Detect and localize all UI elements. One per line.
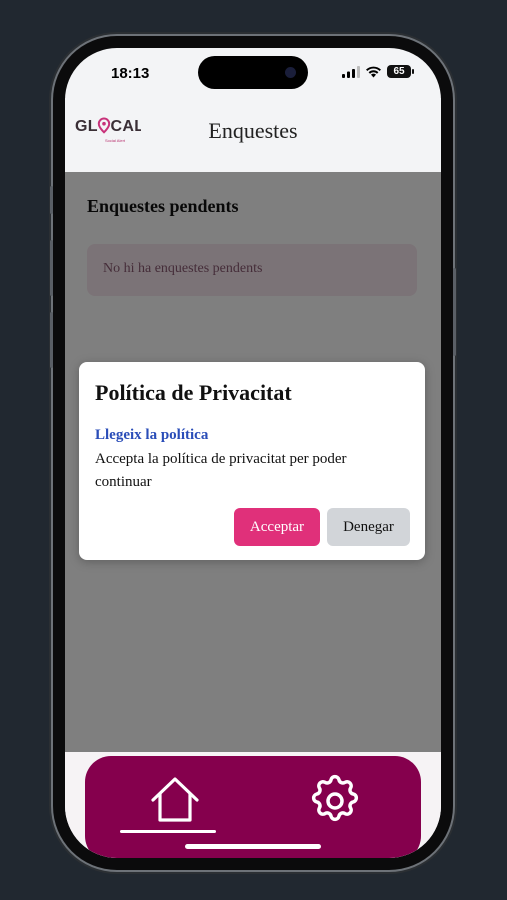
volume-down-button [50, 312, 53, 368]
tab-home[interactable] [135, 766, 215, 836]
silent-switch [50, 186, 53, 214]
tab-bar [85, 756, 421, 858]
volume-up-button [50, 240, 53, 296]
status-bar: 18:13 65 [65, 48, 441, 98]
page-title: Enquestes [208, 118, 298, 143]
dynamic-island [198, 56, 308, 89]
deny-button[interactable]: Denegar [327, 508, 410, 546]
gear-icon [311, 774, 359, 822]
wifi-icon [366, 66, 381, 77]
camera-icon [285, 67, 296, 78]
battery-icon: 65 [387, 65, 414, 78]
read-policy-link[interactable]: Llegeix la política [95, 427, 208, 444]
power-button [453, 268, 456, 356]
screen: 18:13 65 GL CAL Social Alert Enquestes P… [65, 48, 441, 858]
bottom-nav-area [65, 752, 441, 858]
home-icon [151, 777, 199, 822]
dialog-message: Accepta la política de privacitat per po… [95, 451, 347, 490]
privacy-policy-dialog: Política de Privacitat Llegeix la políti… [79, 362, 425, 560]
signal-icon [342, 65, 360, 78]
dialog-title: Política de Privacitat [95, 380, 292, 405]
active-tab-indicator [120, 830, 216, 833]
app-header: GL CAL Social Alert Enquestes [65, 98, 441, 172]
status-time: 18:13 [111, 65, 150, 82]
status-icons: 65 [342, 65, 414, 78]
home-indicator[interactable] [185, 844, 321, 849]
tab-settings[interactable] [295, 766, 375, 836]
accept-button[interactable]: Acceptar [234, 508, 320, 546]
